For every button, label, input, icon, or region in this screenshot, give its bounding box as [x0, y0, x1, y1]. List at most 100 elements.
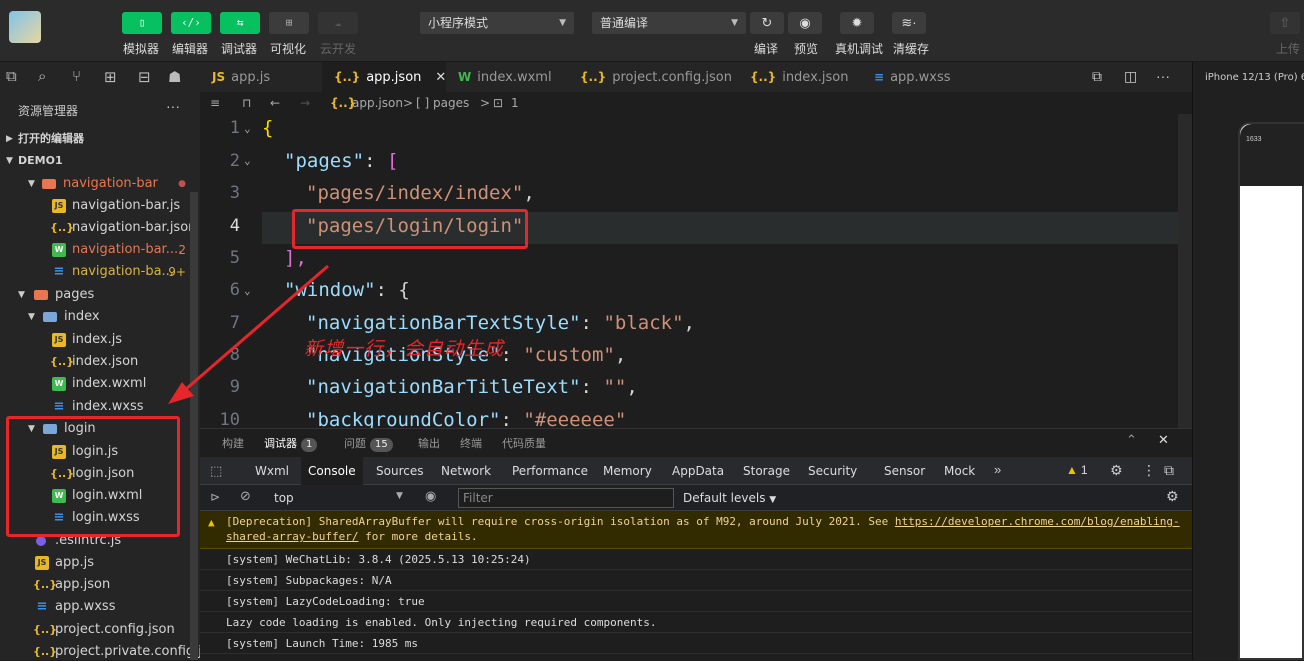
simulator-toggle-button[interactable]: ▯ — [122, 12, 162, 34]
dock-icon[interactable]: ⧉ — [1164, 462, 1174, 479]
phone-screen[interactable] — [1238, 122, 1304, 660]
item-label: index.wxss — [72, 399, 144, 414]
debugger-toggle-button[interactable]: ⇆ — [220, 12, 260, 34]
tree-item[interactable]: {..} navigation-bar.json — [0, 217, 200, 239]
inspect-icon[interactable]: ⬚ — [210, 463, 222, 479]
simulator-label: 模拟器 — [123, 42, 160, 56]
preview-button[interactable]: ◉ — [788, 12, 822, 34]
line-number: 10 — [219, 410, 240, 428]
code-token: "custom" — [523, 344, 615, 366]
fold-chevron-icon[interactable]: ⌄ — [244, 154, 251, 167]
code-token: [ — [386, 150, 399, 172]
compile-button[interactable]: ↻ — [750, 12, 784, 34]
levels-select[interactable]: Default levels ▼ — [683, 491, 776, 505]
files-icon[interactable]: ⧉ — [6, 68, 17, 85]
tab-app-wxss[interactable]: ≡ app.wxss — [862, 62, 982, 92]
tab-output[interactable]: 输出 — [418, 435, 440, 451]
more-tabs-icon[interactable]: » — [994, 462, 1001, 477]
eye-icon[interactable]: ◉ — [425, 489, 436, 504]
mode-select[interactable]: 小程序模式 ▼ — [420, 12, 574, 34]
tree-item[interactable]: Wnavigation-bar.... 2 — [0, 239, 200, 261]
devtools-tab-wxml[interactable]: Wxml — [248, 457, 296, 485]
tab-project-config-json[interactable]: {..} project.config.json — [568, 62, 738, 92]
devtools-tab-performance[interactable]: Performance — [505, 457, 595, 485]
devtools-tab-security[interactable]: Security — [801, 457, 864, 485]
device-select[interactable]: iPhone 12/13 (Pro) 6 — [1205, 72, 1304, 83]
code-token: "#eeeeee" — [523, 409, 627, 428]
extensions-icon[interactable]: ⊞ — [104, 68, 117, 86]
search-icon[interactable]: ⌕ — [38, 68, 46, 85]
cloud-dev-button[interactable]: ☁ — [318, 12, 358, 34]
chevron-down-icon: ▼ — [28, 312, 35, 322]
tab-build[interactable]: 构建 — [222, 435, 244, 451]
console-line: [system] Launch Time: 1985 ms — [200, 633, 1192, 654]
tree-item[interactable]: ≡ app.wxss — [0, 596, 200, 618]
devtools-tab-storage[interactable]: Storage — [736, 457, 797, 485]
breadcrumb-leaf[interactable]: 1 — [511, 92, 519, 114]
context-select[interactable]: top — [274, 491, 294, 505]
bookmark-icon[interactable]: ⊓ — [242, 92, 251, 114]
devtools-tab-memory[interactable]: Memory — [596, 457, 659, 485]
remote-debug-button[interactable]: ✹ — [840, 12, 874, 34]
tree-item[interactable]: JS app.js — [0, 552, 200, 574]
fold-chevron-icon[interactable]: ⌄ — [244, 122, 251, 135]
mode-select-value: 小程序模式 — [428, 16, 489, 30]
tab-terminal[interactable]: 终端 — [460, 435, 482, 451]
compile-select[interactable]: 普通编译 ▼ — [592, 12, 746, 34]
devtools-tab-sources[interactable]: Sources — [369, 457, 430, 485]
tab-code-quality[interactable]: 代码质量 — [502, 435, 546, 451]
forward-icon: → — [300, 96, 311, 110]
console-filter-input[interactable]: Filter — [458, 488, 674, 508]
tab-label: project.config.json — [612, 70, 732, 85]
more-actions-icon[interactable]: ··· — [1156, 68, 1170, 84]
breadcrumb-node[interactable]: [ ] pages — [416, 92, 469, 114]
wxml-file-icon: W — [458, 70, 472, 84]
tree-item[interactable]: {..}project.private.config.js... — [0, 641, 200, 660]
tab-label: app.json — [366, 70, 422, 85]
open-preview-icon[interactable]: ⧉ — [1092, 68, 1102, 85]
tree-item[interactable]: {..} app.json — [0, 574, 200, 596]
open-editors-section[interactable]: ▶ 打开的编辑器 — [0, 128, 200, 150]
project-section[interactable]: ▼ DEMO1 — [0, 150, 200, 172]
tab-app-json[interactable]: {..} app.json ✕ — [322, 62, 446, 92]
close-icon[interactable]: ✕ — [435, 70, 446, 85]
source-control-icon[interactable]: ⑂ — [72, 68, 81, 85]
tree-item[interactable]: JS navigation-bar.js — [0, 195, 200, 217]
breadcrumb-file[interactable]: app.json — [352, 92, 403, 114]
warning-icon[interactable]: ▲ 1 — [1066, 463, 1088, 477]
code-editor[interactable]: 1 2 3 4 5 6 7 8 9 10 ⌄ ⌄ ⌄ { "pages": [ … — [200, 114, 1192, 428]
cloud-tool-icon[interactable]: ☗ — [168, 68, 181, 86]
avatar[interactable] — [9, 11, 41, 43]
tree-item[interactable]: {..} project.config.json — [0, 619, 200, 641]
tab-problems[interactable]: 问题 15 — [344, 435, 393, 452]
visual-toggle-button[interactable]: ⊞ — [269, 12, 309, 34]
editor-scrollbar[interactable] — [1178, 114, 1192, 428]
gear-icon[interactable]: ⚙ — [1110, 462, 1123, 479]
clear-cache-button[interactable]: ≋· — [892, 12, 926, 34]
kebab-menu-icon[interactable]: ⋮ — [1142, 462, 1156, 479]
layers-icon: ≋· — [901, 15, 917, 30]
devtools-tab-mock[interactable]: Mock — [937, 457, 982, 485]
tree-item-navigation-bar[interactable]: ▼ navigation-bar ● — [0, 173, 200, 195]
split-editor-icon[interactable]: ◫ — [1124, 68, 1137, 85]
tab-index-wxml[interactable]: Windex.wxml — [446, 62, 568, 92]
tab-app-js[interactable]: JS app.js — [200, 62, 322, 92]
sidebar-toggle-icon[interactable]: ⊳ — [210, 490, 220, 504]
chevron-down-icon: ▼ — [18, 290, 25, 300]
back-icon[interactable]: ← — [270, 92, 280, 114]
devtools-tab-network[interactable]: Network — [434, 457, 498, 485]
devtools-tab-appdata[interactable]: AppData — [665, 457, 731, 485]
eslint-file-icon — [36, 536, 46, 546]
clear-console-icon[interactable]: ⊘ — [240, 489, 251, 504]
tab-debugger[interactable]: 调试器 1 — [264, 435, 318, 452]
devtools-tab-console[interactable]: Console — [301, 457, 363, 485]
maximize-icon[interactable]: ⌃ — [1126, 433, 1137, 448]
more-icon[interactable]: ··· — [166, 98, 180, 114]
console-settings-icon[interactable]: ⚙ — [1166, 489, 1179, 505]
devtools-tab-sensor[interactable]: Sensor — [877, 457, 932, 485]
outline-icon[interactable]: ⊟ — [138, 68, 151, 86]
editor-toggle-button[interactable]: ‹/› — [171, 12, 211, 34]
upload-button[interactable]: ⇧ — [1270, 12, 1300, 34]
tab-index-json[interactable]: {..} index.json — [738, 62, 862, 92]
close-panel-icon[interactable]: ✕ — [1158, 433, 1169, 448]
